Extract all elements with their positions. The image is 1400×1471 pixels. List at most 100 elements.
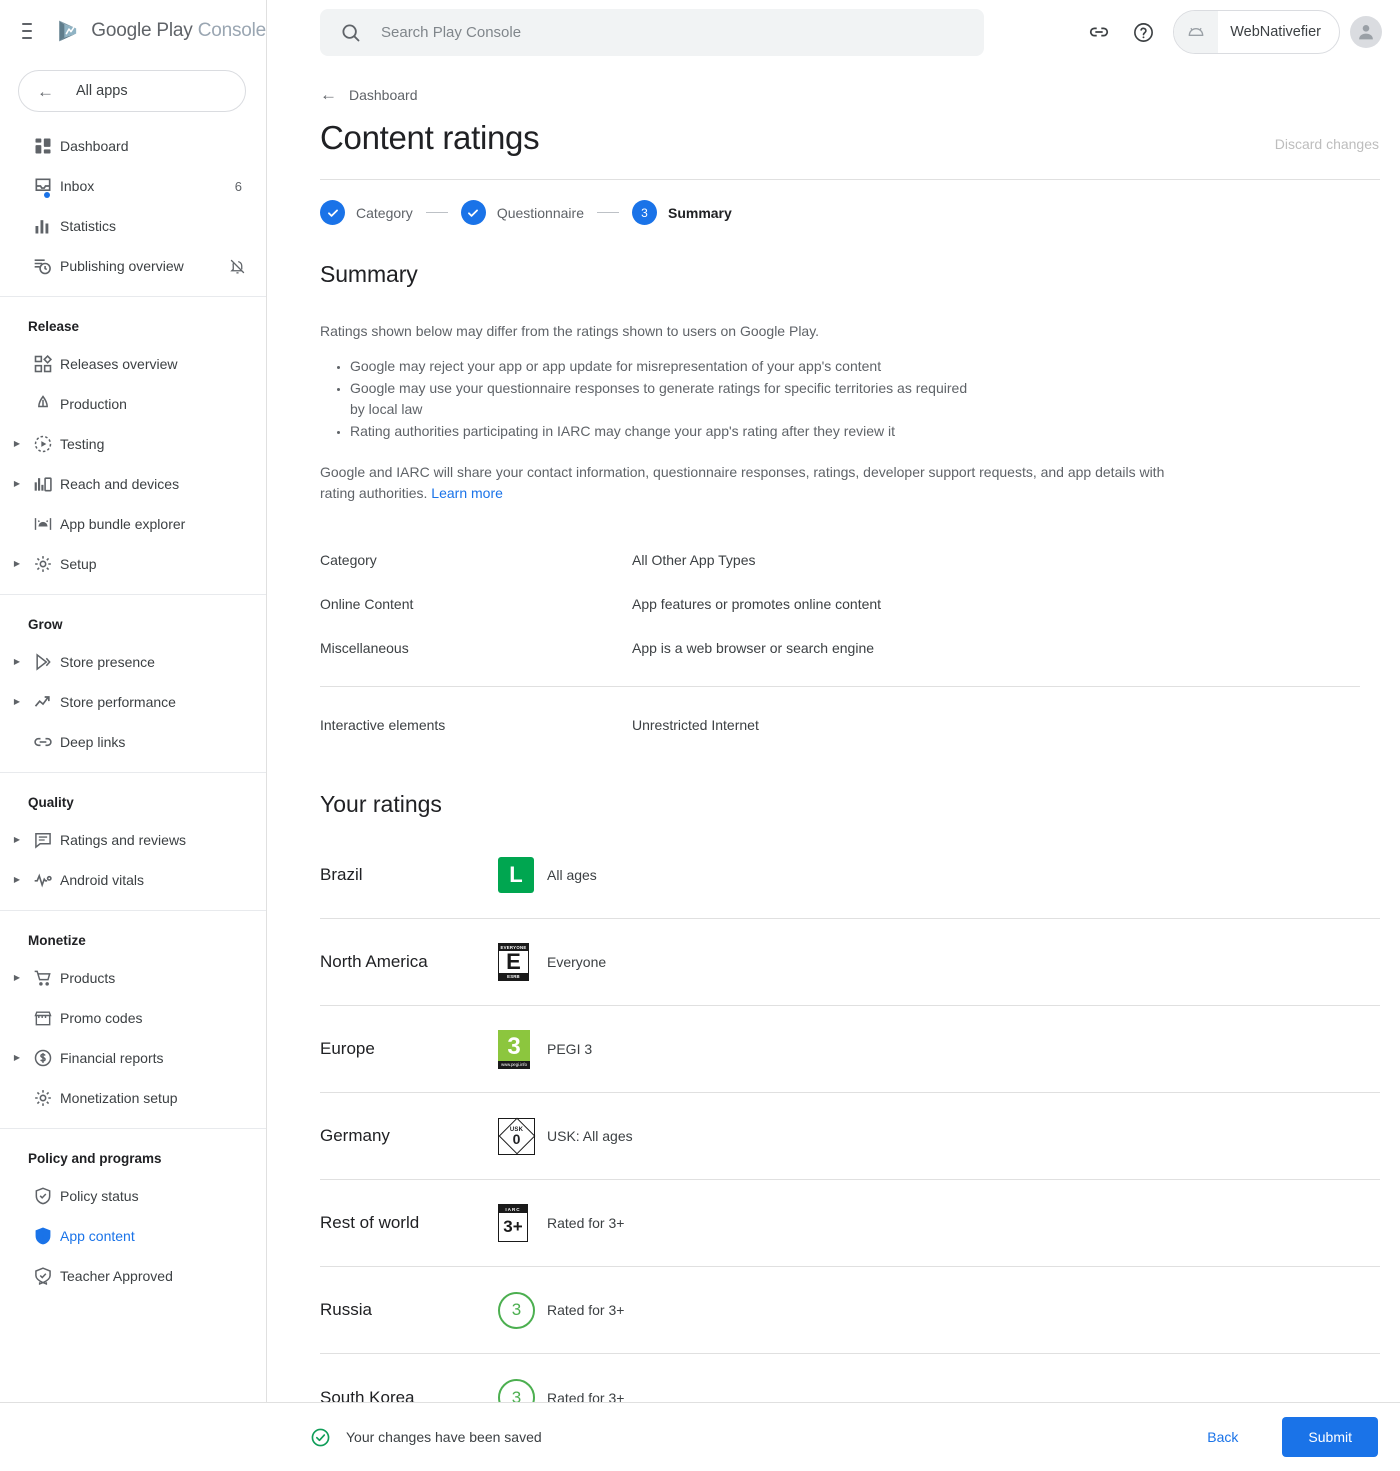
sidebar-item-label: App bundle explorer — [60, 516, 186, 532]
promo-codes-icon — [26, 1008, 60, 1028]
notifications-off-icon[interactable] — [229, 258, 266, 275]
sidebar-item-reach-and-devices[interactable]: ▶ Reach and devices — [0, 464, 266, 504]
help-icon[interactable] — [1121, 10, 1165, 54]
sidebar-item-label: Ratings and reviews — [60, 832, 187, 848]
chevron-right-icon[interactable]: ▶ — [8, 836, 26, 844]
sidebar-item-teacher-approved[interactable]: ▶ Teacher Approved — [0, 1256, 266, 1296]
detail-row: Category All Other App Types — [320, 538, 1380, 582]
sidebar-item-store-performance[interactable]: ▶ Store performance — [0, 682, 266, 722]
sidebar-item-label: Promo codes — [60, 1010, 143, 1026]
sidebar-item-store-presence[interactable]: ▶ Store presence — [0, 642, 266, 682]
rating-row-rest-of-world: Rest of world IARC 3+ Rated for 3+ — [320, 1180, 1380, 1267]
sidebar-item-monetization-setup[interactable]: ▶ Monetization setup — [0, 1078, 266, 1118]
rating-value: Rated for 3+ — [547, 1302, 625, 1318]
financial-reports-icon — [26, 1048, 60, 1068]
sidebar-item-setup[interactable]: ▶ Setup — [0, 544, 266, 584]
reach-and-devices-icon — [26, 474, 60, 494]
sidebar-item-deep-links[interactable]: ▶ Deep links — [0, 722, 266, 762]
sidebar-item-policy-status[interactable]: ▶ Policy status — [0, 1176, 266, 1216]
sidebar-item-app-bundle-explorer[interactable]: ▶ App bundle explorer — [0, 504, 266, 544]
avatar[interactable] — [1350, 16, 1382, 48]
step-label: Summary — [667, 204, 732, 221]
sidebar-item-releases-overview[interactable]: ▶ Releases overview — [0, 344, 266, 384]
search-input[interactable] — [379, 23, 919, 42]
breadcrumb-label: Dashboard — [349, 86, 418, 103]
breadcrumb[interactable]: ← Dashboard — [320, 86, 418, 103]
bottom-bar-actions: Back Submit — [1185, 1417, 1400, 1457]
sidebar-item-testing[interactable]: ▶ Testing — [0, 424, 266, 464]
sidebar-item-label: Policy status — [60, 1188, 139, 1204]
chevron-right-icon[interactable]: ▶ — [8, 1054, 26, 1062]
sidebar-item-label: Monetization setup — [60, 1090, 178, 1106]
hamburger-menu-icon[interactable] — [22, 23, 33, 39]
chevron-right-icon[interactable]: ▶ — [8, 658, 26, 666]
sidebar-item-production[interactable]: ▶ Production — [0, 384, 266, 424]
app-selector-chip[interactable]: WebNativefier — [1173, 10, 1340, 54]
sidebar-item-label: Setup — [60, 556, 97, 572]
rating-region: Europe — [320, 1039, 375, 1058]
sidebar-item-promo-codes[interactable]: ▶ Promo codes — [0, 998, 266, 1038]
list-item: Rating authorities participating in IARC… — [350, 421, 970, 442]
step-questionnaire[interactable]: Questionnaire — [460, 200, 584, 225]
android-vitals-icon — [26, 870, 60, 890]
rating-row-south-korea: South Korea 3 Rated for 3+ — [320, 1354, 1380, 1402]
detail-row: Online Content App features or promotes … — [320, 582, 1380, 626]
chevron-right-icon[interactable]: ▶ — [8, 974, 26, 982]
chevron-right-icon[interactable]: ▶ — [8, 440, 26, 448]
ratings-and-reviews-icon — [26, 830, 60, 850]
sidebar-item-financial-reports[interactable]: ▶ Financial reports — [0, 1038, 266, 1078]
pegi-badge-url: www.pegi.info — [498, 1060, 530, 1069]
chevron-right-icon[interactable]: ▶ — [8, 698, 26, 706]
page-title-row: Content ratings Discard changes — [320, 103, 1400, 157]
sidebar-item-label: Publishing overview — [60, 258, 184, 274]
inbox-unread-dot — [44, 192, 50, 198]
sidebar-item-label: Android vitals — [60, 872, 145, 888]
sidebar-item-inbox[interactable]: ▶ Inbox 6 — [0, 166, 266, 206]
step-number: 3 — [631, 200, 657, 225]
sidebar-group-quality: Quality ▶ Ratings and reviews ▶ Android … — [0, 773, 266, 911]
link-icon[interactable] — [1077, 10, 1121, 54]
rating-row-brazil: Brazil L All ages — [320, 832, 1380, 919]
esrb-everyone-badge: EVERYONE E ESRB — [498, 943, 547, 981]
sidebar-item-statistics[interactable]: ▶ Statistics — [0, 206, 266, 246]
sidebar-item-products[interactable]: ▶ Products — [0, 958, 266, 998]
all-apps-button[interactable]: ← All apps — [18, 70, 246, 112]
search-bar[interactable] — [320, 9, 984, 56]
sidebar-item-ratings-and-reviews[interactable]: ▶ Ratings and reviews — [0, 820, 266, 860]
chevron-right-icon[interactable]: ▶ — [8, 560, 26, 568]
detail-label: Interactive elements — [320, 717, 446, 733]
dashboard-icon — [26, 136, 60, 156]
sidebar-group-title: Release — [28, 319, 80, 334]
sidebar-group-top: ▶ Dashboard ▶ Inbox 6 ▶ — [0, 112, 266, 297]
detail-value: Unrestricted Internet — [632, 717, 759, 733]
detail-label: Miscellaneous — [320, 640, 409, 656]
details-divider — [320, 686, 1360, 687]
sidebar-item-publishing-overview[interactable]: ▶ Publishing overview — [0, 246, 266, 286]
usk-0-badge: USK 0 — [498, 1117, 547, 1155]
app-content-info-icon — [26, 1226, 60, 1246]
step-category[interactable]: Category — [320, 200, 413, 225]
back-arrow-icon: ← — [37, 81, 54, 101]
submit-button[interactable]: Submit — [1282, 1417, 1378, 1457]
iarc-badge-label: IARC — [499, 1205, 527, 1213]
step-summary[interactable]: 3 Summary — [631, 200, 732, 225]
detail-value: App features or promotes online content — [632, 596, 882, 612]
rating-region: Germany — [320, 1126, 390, 1145]
sidebar-item-label: Store presence — [60, 654, 155, 670]
discard-changes-button[interactable]: Discard changes — [1275, 136, 1380, 152]
chevron-right-icon[interactable]: ▶ — [8, 876, 26, 884]
list-item: Google may reject your app or app update… — [350, 356, 970, 377]
list-item: Google may use your questionnaire respon… — [350, 378, 970, 420]
learn-more-link[interactable]: Learn more — [431, 485, 503, 501]
back-button[interactable]: Back — [1185, 1419, 1260, 1455]
store-performance-icon — [26, 692, 60, 712]
sidebar-item-app-content[interactable]: ▶ App content — [0, 1216, 266, 1256]
detail-row: Miscellaneous App is a web browser or se… — [320, 626, 1380, 670]
sidebar-item-dashboard[interactable]: ▶ Dashboard — [0, 126, 266, 166]
esrb-badge-letter: E — [506, 949, 521, 974]
step-done-check-icon — [460, 200, 486, 225]
sidebar-item-android-vitals[interactable]: ▶ Android vitals — [0, 860, 266, 900]
setup-gear-icon — [26, 554, 60, 574]
chevron-right-icon[interactable]: ▶ — [8, 480, 26, 488]
testing-icon — [26, 434, 60, 454]
